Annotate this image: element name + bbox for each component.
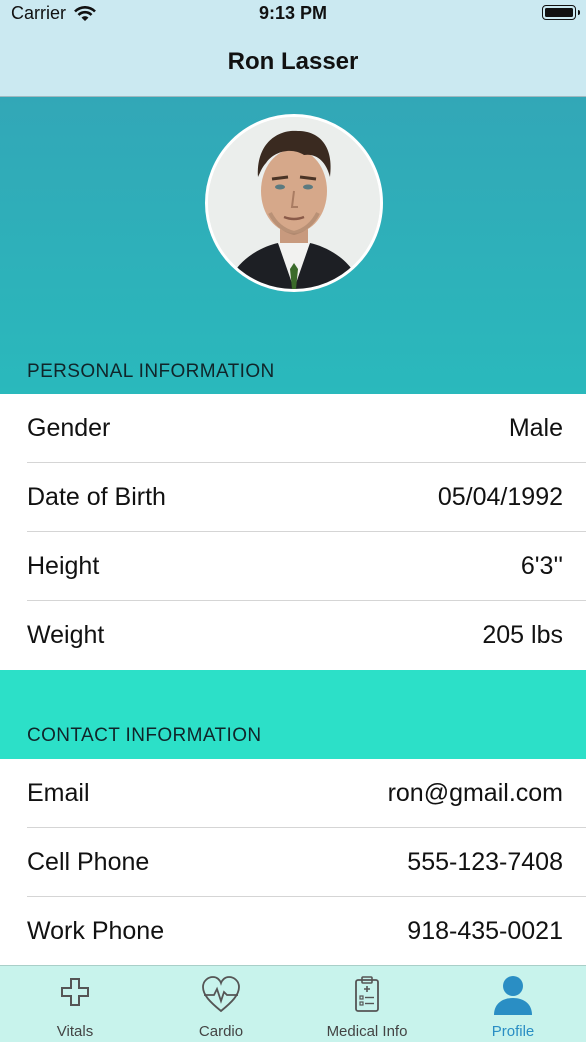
row-value: 205 lbs (482, 621, 563, 649)
tab-label: Profile (491, 1023, 535, 1040)
row-label: Date of Birth (27, 483, 166, 511)
tab-cardio[interactable]: Cardio (148, 966, 294, 1043)
row-label: Work Phone (27, 917, 165, 945)
row-label: Cell Phone (27, 848, 150, 876)
row-label: Gender (27, 414, 111, 442)
navigation-bar: Ron Lasser (0, 28, 586, 97)
avatar[interactable] (205, 114, 383, 292)
row-label: Weight (27, 621, 105, 649)
contact-row-cell-phone: Cell Phone 555-123-7408 (0, 828, 586, 897)
tab-bar: Vitals Cardio Medical Info Profile (0, 965, 586, 1042)
contact-row-email: Email ron@gmail.com (0, 759, 586, 828)
personal-row-height: Height 6'3'' (0, 532, 586, 601)
clipboard-icon (355, 976, 379, 1012)
tab-label: Medical Info (326, 1023, 408, 1040)
tab-label: Vitals (56, 1023, 94, 1040)
tab-vitals[interactable]: Vitals (2, 966, 148, 1043)
heart-pulse-icon (202, 976, 240, 1013)
status-time: 9:13 PM (258, 3, 328, 23)
personal-row-weight: Weight 205 lbs (0, 601, 586, 670)
row-label: Height (27, 552, 100, 580)
status-bar: Carrier 9:13 PM (0, 0, 586, 28)
row-value: Male (508, 414, 563, 442)
tab-medical-info[interactable]: Medical Info (294, 966, 440, 1043)
row-label: Email (27, 779, 90, 807)
personal-info-header: PERSONAL INFORMATION (27, 361, 275, 382)
row-value: ron@gmail.com (387, 779, 563, 807)
page-title: Ron Lasser (227, 48, 359, 75)
tab-label: Cardio (198, 1023, 244, 1040)
person-icon (494, 976, 532, 1015)
tab-profile[interactable]: Profile (440, 966, 586, 1043)
personal-row-date-of-birth: Date of Birth 05/04/1992 (0, 463, 586, 532)
personal-row-gender: Gender Male (0, 394, 586, 463)
row-value: 6'3'' (520, 552, 563, 580)
row-value: 05/04/1992 (437, 483, 563, 511)
contact-row-work-phone: Work Phone 918-435-0021 (0, 897, 586, 966)
contact-info-header: CONTACT INFORMATION (27, 725, 262, 746)
battery-icon (542, 5, 580, 20)
row-value: 918-435-0021 (407, 917, 563, 945)
row-value: 555-123-7408 (407, 848, 563, 876)
avatar-portrait (208, 117, 380, 289)
cross-icon (61, 978, 89, 1006)
